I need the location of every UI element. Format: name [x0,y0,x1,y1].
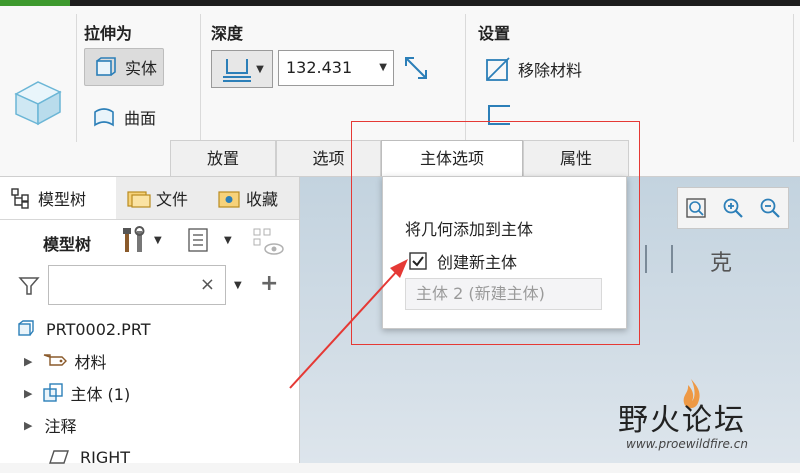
chevron-down-icon[interactable]: ▼ [379,51,387,85]
chevron-down-icon: ▼ [224,234,232,246]
list-icon [188,228,208,252]
tab-label: 选项 [312,149,345,168]
solid-button[interactable]: 实体 [84,48,164,86]
depth-type-dropdown[interactable]: ▼ [211,50,273,88]
tab-favorites[interactable]: 收藏 [206,177,299,219]
tree-item-label: 主体 (1) [70,385,131,404]
depth-value: 132.431 [286,58,353,77]
zoom-refit-icon[interactable] [685,197,707,219]
watermark-title: 野火论坛 [618,403,746,438]
flip-direction-icon[interactable] [402,54,430,82]
depth-value-field[interactable]: 132.431 ▼ [278,50,394,86]
tree-item-root[interactable]: PRT0002.PRT [16,313,151,345]
tree-item-annotations[interactable]: ▶ 注释 [16,409,151,441]
folder-icon [127,191,151,208]
body-icon [43,383,64,402]
zoom-in-icon[interactable] [722,197,744,219]
navigator-panel: 模型树 文件 收藏 模型树 ▼ ▼ × ▼ + PRT0002.PRT ▶ 材料… [0,177,300,467]
surface-button[interactable]: 曲面 [92,102,156,132]
expand-arrow-icon[interactable]: ▶ [24,355,32,368]
tree-item-right-plane[interactable]: RIGHT [16,441,151,473]
remove-material-icon [486,57,510,81]
surface-icon [94,108,114,127]
zoom-out-icon[interactable] [759,197,781,219]
chevron-down-icon: ▼ [256,63,264,75]
divider [200,14,201,142]
tab-files[interactable]: 文件 [116,177,206,219]
tree-settings-button[interactable]: ▼ [120,225,162,255]
blind-depth-icon [223,59,252,82]
graphics-separator [645,245,647,273]
tree-search-input[interactable]: × [48,265,226,305]
extrude-as-label: 拉伸为 [84,24,133,43]
filter-icon[interactable] [18,275,40,301]
add-filter-icon[interactable]: + [260,271,278,296]
watermark-url: www.proewildfire.cn [626,437,748,451]
tools-icon [123,226,145,252]
settings-label: 设置 [478,24,511,43]
clear-icon[interactable]: × [200,274,215,295]
show-menu-button[interactable]: ▼ [186,227,232,253]
datum-plane-icon [49,450,69,464]
model-tree: PRT0002.PRT ▶ 材料 ▶ 主体 (1) ▶ 注释 RIGHT [16,313,151,473]
chevron-down-icon: ▼ [154,234,162,246]
tree-item-label: 材料 [74,353,107,372]
tree-item-label: PRT0002.PRT [46,319,151,339]
chevron-down-icon[interactable]: ▼ [234,280,242,291]
model-tree-icon [11,188,29,209]
remove-material-label: 移除材料 [518,61,583,80]
navigator-tabs: 模型树 文件 收藏 [0,177,299,220]
view-toolbar [677,187,789,229]
tree-item-material[interactable]: ▶ 材料 [16,345,151,377]
depth-label: 深度 [211,24,244,43]
tab-placement[interactable]: 放置 [170,140,276,176]
tree-item-label: RIGHT [80,447,131,467]
graphics-separator [671,245,673,273]
surface-label: 曲面 [124,109,157,128]
expand-arrow-icon[interactable]: ▶ [24,419,32,432]
extrude-feature-icon[interactable] [10,70,68,128]
graphics-partial-text: 克 [710,251,733,276]
tab-model-tree[interactable]: 模型树 [0,177,116,219]
tab-label: 模型树 [38,190,87,209]
tab-label: 放置 [206,149,239,168]
divider [76,14,77,142]
part-icon [18,320,34,336]
annotation-arrow [289,259,408,389]
tab-label: 文件 [156,190,189,209]
favorites-folder-icon [218,191,240,208]
tree-item-bodies[interactable]: ▶ 主体 (1) [16,377,151,409]
solid-label: 实体 [125,59,158,78]
divider [793,14,794,142]
watermark: 野火论坛 www.proewildfire.cn [618,377,798,457]
remove-material-button[interactable]: 移除材料 [484,54,582,84]
solid-icon [96,57,116,76]
tab-label: 收藏 [246,190,279,209]
tree-item-label: 注释 [44,417,77,436]
expand-arrow-icon[interactable]: ▶ [24,387,32,400]
model-tree-title: 模型树 [43,235,92,254]
material-tag-icon [44,354,68,366]
